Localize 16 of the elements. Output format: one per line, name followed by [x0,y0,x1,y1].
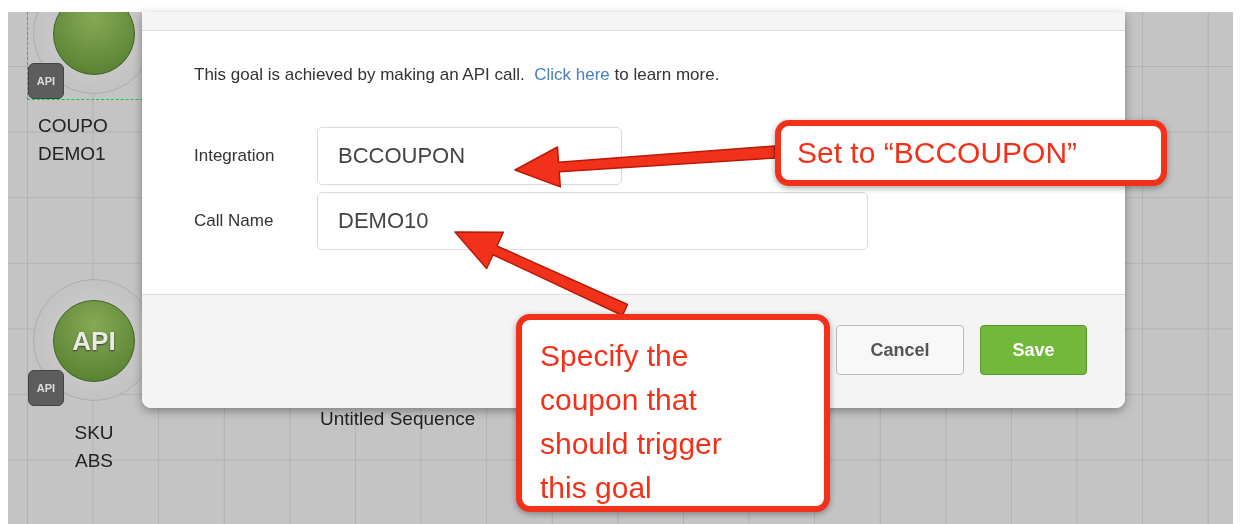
cancel-button[interactable]: Cancel [836,325,964,375]
api-badge: API [28,63,64,99]
sequence-label: Untitled Sequence [320,408,476,430]
node-label: COUPO [38,114,108,138]
input-field[interactable]: BCCOUPON [317,127,622,185]
callout: Set to “BCCOUPON” [775,120,1167,186]
learn-more-link[interactable]: Click here [534,65,610,84]
node-label: ABS [75,449,113,473]
node-label: DEMO1 [38,142,106,166]
field-label: Integration [194,146,276,166]
api-badge: API [28,370,64,406]
callout: Specify the coupon that should trigger this goal [516,314,830,512]
field-label: Call Name [194,211,275,231]
input-field[interactable]: DEMO10 [317,192,868,250]
intro-text: This goal is achieved by making an API call. Click here to learn more. [194,65,721,85]
node-label: SKU [74,421,114,445]
